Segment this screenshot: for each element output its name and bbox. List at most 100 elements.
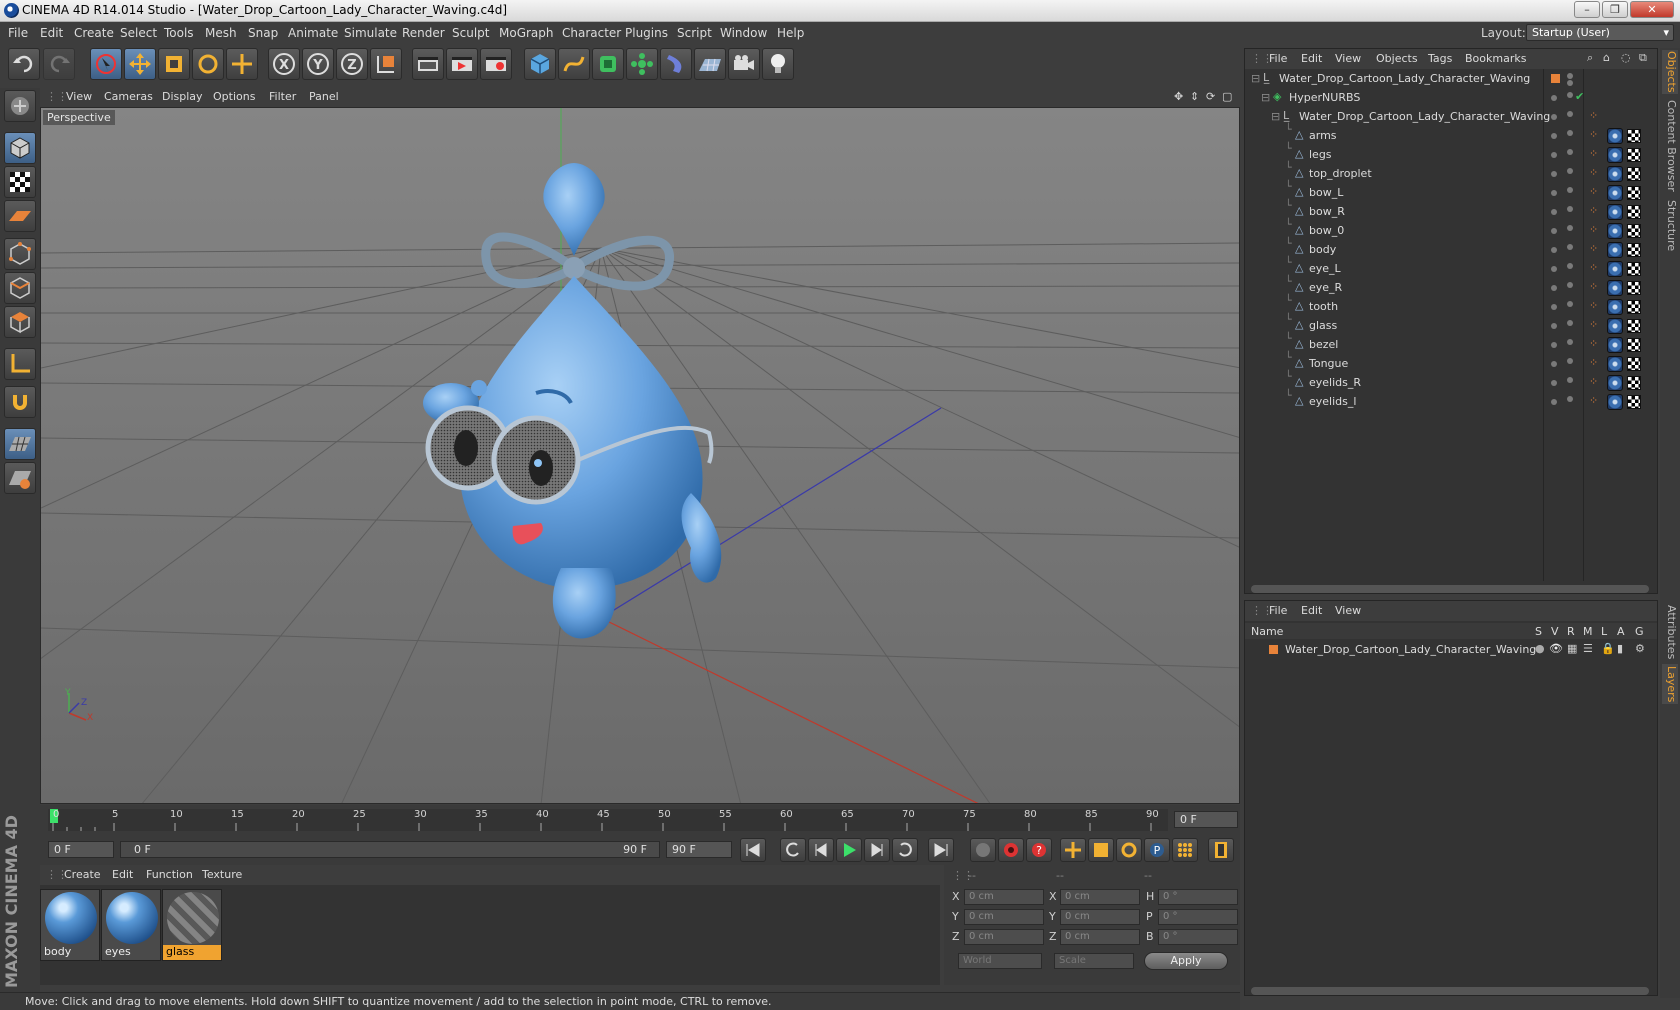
rot-h-field[interactable]: 0 ° [1158, 889, 1238, 905]
editor-visibility-dot[interactable] [1551, 114, 1557, 120]
render-visibility-dot[interactable] [1567, 206, 1573, 212]
render-toggle-icon[interactable]: ▦ [1567, 642, 1577, 655]
minimize-button[interactable]: – [1574, 1, 1600, 18]
editor-visibility-dot[interactable] [1551, 133, 1557, 139]
collapse-icon[interactable]: ⊟ [1261, 91, 1270, 104]
phong-tag-icon[interactable]: ⁘ [1589, 299, 1598, 312]
material-tag-icon[interactable] [1607, 299, 1623, 315]
record-position-icon[interactable] [1060, 838, 1086, 862]
menu-simulate[interactable]: Simulate [344, 26, 397, 40]
solo-toggle-icon[interactable]: ● [1535, 642, 1545, 655]
animation-toggle-icon[interactable]: ▮ [1617, 642, 1623, 655]
layer-row[interactable]: Water_Drop_Cartoon_Lady_Character_Waving… [1245, 641, 1657, 661]
axis-mode-icon[interactable] [4, 348, 36, 380]
object-row-eyelids_r[interactable]: └ △ eyelids_R ⁘ [1245, 370, 1657, 393]
object-row-glass[interactable]: └ △ glass ⁘ [1245, 313, 1657, 336]
objmgr-menu-view[interactable]: View [1335, 52, 1361, 65]
editor-visibility-dot[interactable] [1551, 323, 1557, 329]
new-manager-icon[interactable]: ⧉ [1639, 51, 1647, 65]
texture-tag-icon[interactable] [1627, 300, 1641, 314]
record-scale-icon[interactable] [1088, 838, 1114, 862]
material-menu-texture[interactable]: Texture [202, 868, 242, 881]
col-animation[interactable]: A [1617, 625, 1625, 638]
menu-sculpt[interactable]: Sculpt [452, 26, 489, 40]
texture-tag-icon[interactable] [1627, 281, 1641, 295]
record-rotation-icon[interactable] [1116, 838, 1142, 862]
phong-tag-icon[interactable]: ⁘ [1589, 375, 1598, 388]
timeline-window-icon[interactable] [1208, 838, 1234, 862]
editor-visibility-dot[interactable] [1567, 73, 1573, 79]
render-visibility-dot[interactable] [1567, 111, 1573, 117]
material-menu-function[interactable]: Function [146, 868, 193, 881]
objmgr-menu-tags[interactable]: Tags [1428, 52, 1452, 65]
editor-visibility-dot[interactable] [1551, 399, 1557, 405]
col-locked[interactable]: L [1601, 625, 1607, 638]
texture-tag-icon[interactable] [1627, 186, 1641, 200]
layout-dropdown[interactable]: Startup (User) ▾ [1526, 24, 1674, 41]
phong-tag-icon[interactable]: ⁘ [1589, 204, 1598, 217]
polygons-mode-icon[interactable] [4, 306, 36, 338]
collapse-icon[interactable]: ⊟ [1271, 110, 1280, 123]
texture-tag-icon[interactable] [1627, 357, 1641, 371]
pos-x-field[interactable]: 0 cm [964, 889, 1044, 905]
tab-content-browser[interactable]: Content Browser [1662, 100, 1678, 192]
horizontal-scrollbar[interactable] [1251, 585, 1649, 593]
workplane-mode-icon[interactable] [4, 200, 36, 232]
texture-tag-icon[interactable] [1627, 338, 1641, 352]
material-tag-icon[interactable] [1607, 394, 1623, 410]
material-tag-icon[interactable] [1607, 204, 1623, 220]
size-z-field[interactable]: 0 cm [1060, 929, 1140, 945]
apply-button[interactable]: Apply [1144, 952, 1228, 970]
coordinate-system-icon[interactable] [370, 48, 402, 80]
material-tag-icon[interactable] [1607, 166, 1623, 182]
previous-key-icon[interactable] [780, 838, 806, 862]
object-row-bow_r[interactable]: └ △ bow_R ⁘ [1245, 199, 1657, 222]
texture-tag-icon[interactable] [1627, 395, 1641, 409]
phong-tag-icon[interactable]: ⁘ [1589, 318, 1598, 331]
phong-tag-icon[interactable]: ⁘ [1589, 356, 1598, 369]
locked-workplane-icon[interactable] [4, 462, 36, 494]
move-tool-icon[interactable] [124, 48, 156, 80]
material-tag-icon[interactable] [1607, 280, 1623, 296]
editor-visibility-dot[interactable] [1551, 171, 1557, 177]
menu-mograph[interactable]: MoGraph [499, 26, 554, 40]
maximize-view-icon[interactable]: ▢ [1222, 90, 1232, 103]
viewport-menu-options[interactable]: Options [213, 90, 255, 103]
subdivision-surface-icon[interactable] [592, 48, 624, 80]
end-frame-field[interactable]: 90 F [666, 841, 732, 858]
size-x-field[interactable]: 0 cm [1060, 889, 1140, 905]
go-to-start-icon[interactable] [740, 838, 766, 862]
editor-visibility-dot[interactable] [1551, 228, 1557, 234]
editor-visibility-dot[interactable] [1551, 190, 1557, 196]
workplane-grid-icon[interactable] [4, 428, 36, 460]
editor-visibility-dot[interactable] [1551, 285, 1557, 291]
phong-tag-icon[interactable]: ⁘ [1589, 109, 1598, 122]
editor-visibility-dot[interactable] [1551, 247, 1557, 253]
object-row-group[interactable]: ⊟ L̲ Water_Drop_Cartoon_Lady_Character_W… [1245, 107, 1657, 127]
phong-tag-icon[interactable]: ⁘ [1589, 242, 1598, 255]
generator-toggle-icon[interactable]: ⚙ [1635, 642, 1645, 655]
material-tag-icon[interactable] [1607, 128, 1623, 144]
texture-tag-icon[interactable] [1627, 376, 1641, 390]
material-tag-icon[interactable] [1607, 375, 1623, 391]
material-tag-icon[interactable] [1607, 356, 1623, 372]
spline-pen-icon[interactable] [558, 48, 590, 80]
phong-tag-icon[interactable]: ⁘ [1589, 280, 1598, 293]
phong-tag-icon[interactable]: ⁘ [1589, 337, 1598, 350]
editor-visibility-dot[interactable] [1551, 380, 1557, 386]
live-selection-icon[interactable] [90, 48, 122, 80]
camera-label[interactable]: Perspective [43, 110, 115, 125]
object-row-root[interactable]: ⊟ L̲ Water_Drop_Cartoon_Lady_Character_W… [1245, 69, 1657, 89]
phong-tag-icon[interactable]: ⁘ [1589, 166, 1598, 179]
y-axis-lock-icon[interactable]: Y [302, 48, 334, 80]
render-view-icon[interactable] [412, 48, 444, 80]
perspective-viewport[interactable]: Perspective Y X Z [40, 107, 1240, 804]
record-active-objects-icon[interactable] [970, 838, 996, 862]
material-tag-icon[interactable] [1607, 337, 1623, 353]
cube-primitive-icon[interactable] [524, 48, 556, 80]
menu-file[interactable]: File [8, 26, 28, 40]
render-visibility-dot[interactable] [1567, 244, 1573, 250]
current-frame-field[interactable]: 0 F [1174, 811, 1238, 828]
timeline-ruler[interactable]: 0 5 10 15 20 25 30 35 40 45 50 55 60 65 … [40, 805, 1240, 835]
texture-tag-icon[interactable] [1627, 205, 1641, 219]
